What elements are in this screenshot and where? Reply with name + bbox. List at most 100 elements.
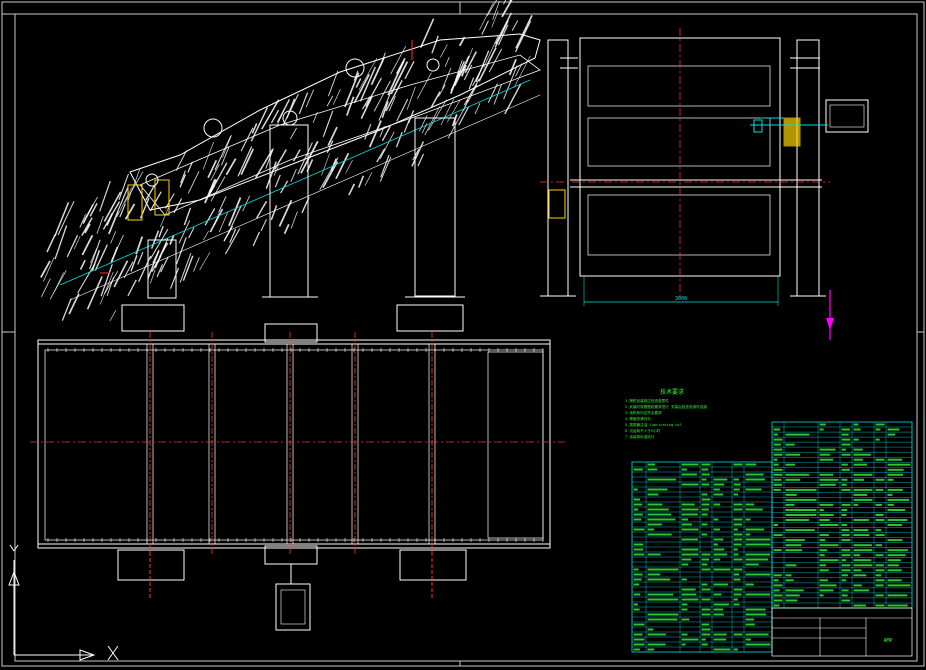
table-cell-text [745, 518, 751, 521]
annotation-streak [46, 234, 56, 253]
annotation-streak [355, 78, 362, 88]
table-cell-text [853, 604, 866, 607]
table-cell-text [773, 599, 783, 602]
table-cell-text [841, 534, 850, 537]
annotation-streak [379, 131, 395, 160]
table-cell-text [745, 473, 764, 476]
table-cell-text [773, 524, 778, 526]
table-cell-text [733, 573, 740, 576]
annotation-streak [411, 141, 425, 167]
table-cell-text [887, 519, 908, 521]
table-cell-text [853, 584, 862, 587]
table-cell-text [853, 549, 873, 552]
table-cell-text [887, 433, 895, 436]
table-cell-text [819, 448, 836, 451]
table-cell-text [681, 563, 689, 566]
table-cell-text [745, 553, 771, 556]
base-plate [396, 304, 464, 332]
table-cell-text [745, 638, 751, 641]
table-cell-text [633, 573, 643, 576]
table-cell-text [853, 534, 870, 537]
table-cell-text [733, 543, 742, 546]
technical-notes: 技术要求 1.筛机安装前应检查各零件 2.安装时按照图纸要求进行 安装后检查各部… [625, 388, 707, 439]
annotation-streak [145, 184, 156, 201]
table-cell-text [733, 648, 738, 651]
base-plate [117, 549, 185, 581]
title-block: AMP [771, 607, 913, 657]
table-cell-text [853, 423, 859, 426]
table-cell-text [841, 468, 850, 471]
table-cell-text [853, 448, 863, 451]
table-cell-text [819, 589, 834, 592]
table-cell-text [819, 423, 826, 426]
annotation-streak [99, 180, 111, 212]
annotation-streak [431, 35, 439, 54]
dimension-label: 3000 [675, 296, 687, 302]
table-cell-text [633, 468, 643, 471]
parts-list-right [771, 421, 913, 609]
table-cell-text [745, 623, 755, 626]
annotation-streak [270, 205, 278, 221]
annotation-streak [89, 202, 98, 217]
spring [783, 117, 801, 147]
table-cell-text [853, 478, 864, 481]
table-cell-text [701, 588, 711, 591]
table-cell-text [713, 558, 721, 561]
table-cell-text [701, 568, 711, 571]
table-cell-text [819, 549, 828, 552]
table-cell-text [819, 534, 829, 537]
table-cell-text [681, 528, 699, 531]
table-cell-text [713, 613, 724, 616]
table-cell-text [681, 503, 695, 506]
annotation-streak [297, 142, 313, 175]
table-cell-text [733, 558, 743, 561]
ucs-icon [8, 544, 119, 661]
table-cell-text [875, 594, 884, 597]
table-cell-text [681, 523, 692, 526]
annotation-streak [312, 111, 318, 123]
table-cell-text [887, 498, 910, 501]
table-cell-text [681, 463, 699, 466]
table-cell-text [841, 599, 851, 602]
note-line: 2.安装时按照图纸要求进行 安装后检查各部件连接 [625, 404, 707, 409]
table-cell-text [681, 598, 699, 601]
exciter-wheel [426, 58, 440, 72]
table-cell-text [785, 488, 817, 491]
table-cell-text [733, 538, 743, 541]
table-cell-text [713, 538, 724, 541]
table-cell-text [701, 473, 710, 476]
annotation-streak [225, 158, 237, 176]
table-cell-text [773, 604, 780, 607]
table-cell-text [841, 524, 847, 526]
note-line: 4.筛面张紧均匀 [625, 416, 651, 421]
table-cell-text [733, 488, 740, 491]
table-cell-text [647, 518, 676, 521]
table-cell-text [887, 594, 908, 597]
annotation-streak [199, 251, 211, 271]
table-cell-text [887, 478, 894, 481]
bolt-row [47, 348, 544, 542]
annotation-streak [54, 202, 70, 237]
table-cell-text [887, 488, 903, 491]
table-cell-text [733, 483, 741, 486]
table-cell-text [841, 463, 848, 466]
table-cell-text [647, 633, 666, 636]
note-line: 5.激振器注油 Lubricating oil [625, 422, 682, 427]
table-cell-text [633, 623, 645, 626]
table-cell-text [681, 593, 697, 596]
table-cell-text [647, 493, 659, 496]
table-cell-text [647, 618, 678, 621]
table-cell-text [785, 599, 798, 602]
table-cell-text [875, 519, 885, 521]
annotation-streak [179, 253, 192, 283]
table-cell-text [745, 508, 763, 511]
table-cell-text [633, 638, 645, 641]
table-cell-text [773, 443, 781, 446]
annotation-streak [79, 259, 86, 270]
exciter-wheel [345, 58, 365, 78]
annotation-streak [357, 175, 365, 188]
table-cell-text [745, 593, 770, 596]
table-cell-text [733, 478, 739, 481]
table-cell-text [773, 478, 782, 481]
table-cell-text [647, 648, 655, 651]
